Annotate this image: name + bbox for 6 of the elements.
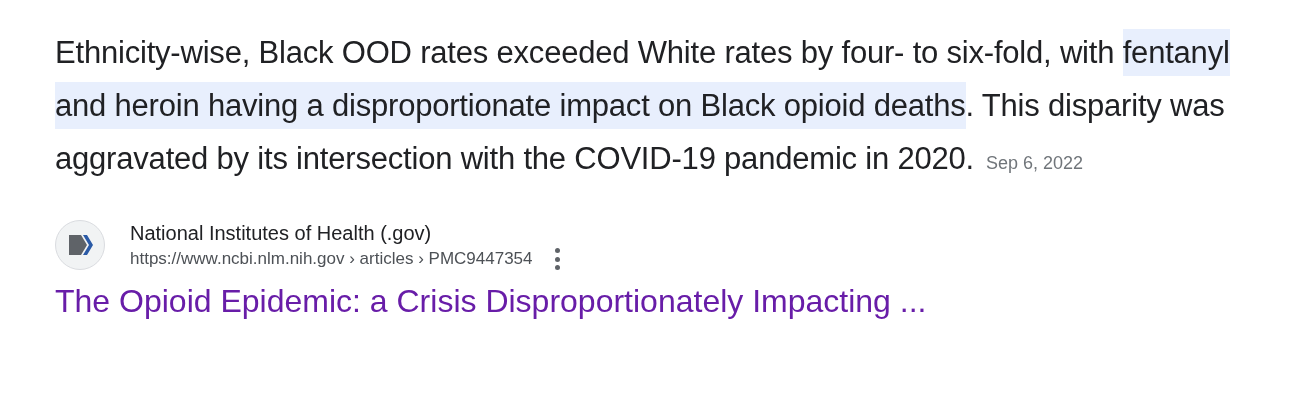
snippet-date: Sep 6, 2022 (986, 153, 1084, 173)
result-title-link[interactable]: The Opioid Epidemic: a Crisis Disproportionately Impacting ... (55, 281, 1307, 321)
site-logo-icon (55, 220, 105, 270)
source-url: https://www.ncbi.nlm.nih.gov › articles › PMC9447354 (130, 248, 533, 270)
more-options-icon[interactable] (554, 248, 561, 270)
source-name: National Institutes of Health (.gov) (130, 221, 433, 246)
